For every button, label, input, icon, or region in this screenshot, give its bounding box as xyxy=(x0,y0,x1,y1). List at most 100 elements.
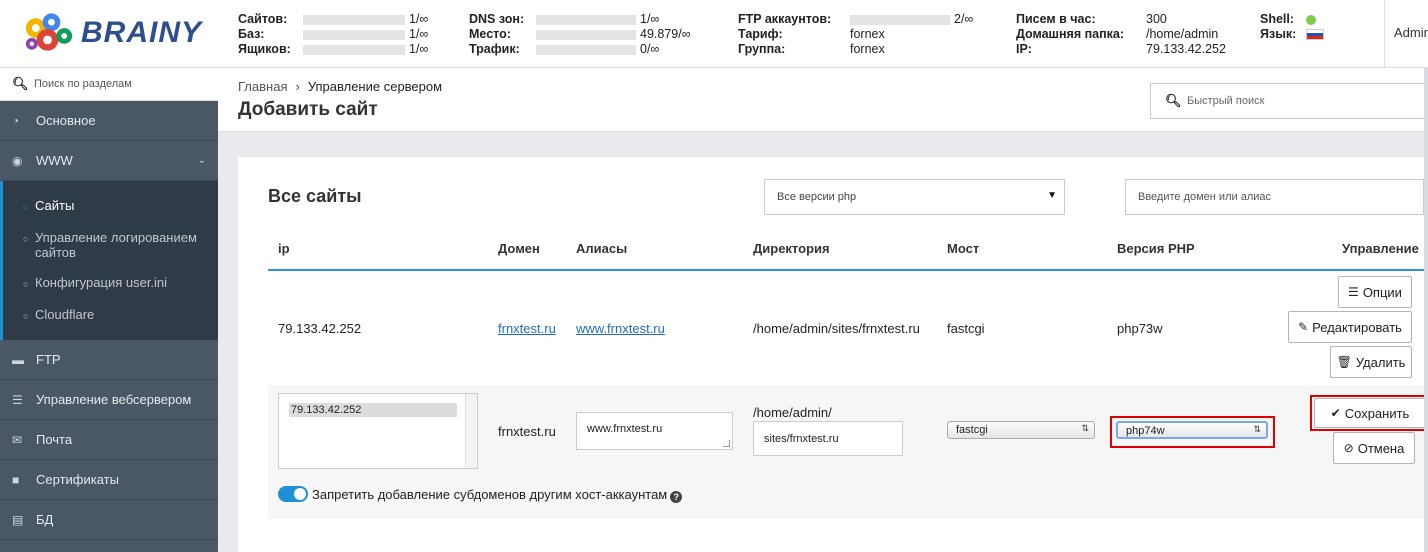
submenu-item-label: Конфигурация user.ini xyxy=(35,275,168,290)
stat-label: Место: xyxy=(469,27,511,41)
circle-icon: ○ xyxy=(23,279,29,289)
php-version-select[interactable]: php74w ⇅ xyxy=(1116,421,1268,439)
save-button[interactable]: ✔ Сохранить xyxy=(1314,398,1426,428)
toggle-label-text: Запретить добавление субдоменов другим х… xyxy=(312,487,668,502)
submenu-item-label: Управление логированием сайтов xyxy=(35,230,197,260)
search-icon: 🔍︎ xyxy=(12,76,29,91)
updown-arrows-icon: ⇅ xyxy=(1253,424,1261,434)
submenu-item-logging[interactable]: ○ Управление логированием сайтов xyxy=(3,223,218,268)
sidebar-item-label: Сертификаты xyxy=(36,472,119,487)
quick-search-placeholder: Быстрый поиск xyxy=(1187,95,1265,107)
stat-label: Домашняя папка: xyxy=(1016,27,1125,41)
sidebar-item-webserver[interactable]: ☰ Управление вебсервером xyxy=(0,380,218,420)
user-menu[interactable]: Admin xyxy=(1384,0,1428,68)
stat-value: fornex xyxy=(850,42,885,56)
sidebar-item-label: Основное xyxy=(36,113,96,128)
sidebar-item-label: Управление вебсервером xyxy=(36,392,192,407)
cancel-button[interactable]: ⊘ Отмена xyxy=(1333,432,1415,464)
sidebar-item-label: Почта xyxy=(36,432,73,447)
sidebar-item-main[interactable]: ◔ Основное xyxy=(0,101,218,141)
edit-row: 79.133.42.252 frnxtest.ru www.frnxtest.r… xyxy=(268,385,1428,519)
submenu-item-cloudflare[interactable]: ○ Cloudflare xyxy=(3,300,218,332)
stat-label: FTP аккаунтов: xyxy=(738,12,832,26)
directory-value: sites/frnxtest.ru xyxy=(764,433,839,445)
stat-label: Писем в час: xyxy=(1016,12,1096,26)
breadcrumb-home[interactable]: Главная xyxy=(238,79,287,94)
stat-value: fornex xyxy=(850,27,885,41)
row-php: php73w xyxy=(1117,321,1163,336)
circle-icon: ○ xyxy=(23,311,29,321)
breadcrumb-current: Управление сервером xyxy=(307,79,443,94)
question-icon[interactable]: ? xyxy=(670,491,683,503)
delete-label: Удалить xyxy=(1355,354,1406,370)
stat-value: 1/∞ xyxy=(409,42,429,56)
stat-label: IP: xyxy=(1016,42,1032,56)
scrollbar[interactable] xyxy=(465,394,477,468)
submenu-item-label: Сайты xyxy=(35,198,75,213)
stat-value: 1/∞ xyxy=(409,27,429,41)
resize-grip-icon[interactable] xyxy=(723,440,730,447)
stat-bar xyxy=(850,14,950,25)
directory-input[interactable]: sites/frnxtest.ru xyxy=(753,421,903,456)
ip-multiselect[interactable]: 79.133.42.252 xyxy=(278,393,478,469)
brainy-logo[interactable]: BRAINY xyxy=(22,9,202,57)
list-icon: ☰ xyxy=(1348,285,1359,299)
bridge-select-value: fastcgi xyxy=(956,424,988,436)
stat-label: Группа: xyxy=(738,42,786,56)
col-php-version: Версия PHP xyxy=(1117,241,1195,256)
subdomain-restrict-toggle[interactable] xyxy=(278,486,308,502)
php-version-filter[interactable]: Все версии php ▼ xyxy=(764,179,1065,215)
options-button[interactable]: ☰ Опции xyxy=(1338,276,1412,308)
caret-down-icon: ▼ xyxy=(1047,190,1057,201)
sidebar-item-certificates[interactable]: ■ Сертификаты xyxy=(0,460,218,500)
server-icon: ☰ xyxy=(12,392,23,407)
card-title: Все сайты xyxy=(268,186,362,206)
quick-search-input[interactable]: 🔍︎ Быстрый поиск xyxy=(1150,83,1426,119)
submenu-item-sites[interactable]: ○ Сайты xyxy=(3,191,218,223)
col-ip: ip xyxy=(278,241,290,256)
stat-label: DNS зон: xyxy=(469,12,525,26)
search-icon: 🔍︎ xyxy=(1165,93,1182,108)
folder-icon: ▬ xyxy=(12,352,24,367)
page-scrollbar[interactable] xyxy=(1424,68,1428,552)
updown-arrows-icon: ⇅ xyxy=(1081,423,1089,433)
pencil-icon: ✎ xyxy=(1298,320,1309,334)
sidebar-search[interactable]: 🔍︎ Поиск по разделам xyxy=(0,68,218,101)
row-alias-link[interactable]: www.frnxtest.ru xyxy=(576,321,665,336)
row-domain-link[interactable]: frnxtest.ru xyxy=(498,321,556,336)
stats-column-5: Shell: Язык: xyxy=(1260,12,1324,42)
check-icon: ✔ xyxy=(1330,406,1341,420)
stat-label: Shell: xyxy=(1260,12,1295,26)
stat-label: Тариф: xyxy=(738,27,783,41)
sidebar-item-ftp[interactable]: ▬ FTP xyxy=(0,340,218,380)
stats-column-4: Писем в час: 300 Домашняя папка: /home/adm… xyxy=(1016,12,1226,57)
chevron-down-icon: ⌄ xyxy=(197,155,206,166)
row-bridge: fastcgi xyxy=(947,321,985,336)
toggle-label: Запретить добавление субдоменов другим х… xyxy=(312,487,683,503)
col-actions: Управление xyxy=(1342,241,1419,256)
bridge-select[interactable]: fastcgi ⇅ xyxy=(947,421,1095,439)
sidebar-search-placeholder: Поиск по разделам xyxy=(34,78,132,90)
gears-logo-icon xyxy=(25,13,73,51)
russian-flag-icon[interactable] xyxy=(1306,29,1324,40)
alias-textarea[interactable]: www.frnxtest.ru xyxy=(576,412,733,450)
sidebar-item-mail[interactable]: ✉ Почта xyxy=(0,420,218,460)
sidebar-item-label: WWW xyxy=(36,153,73,168)
edit-button[interactable]: ✎ Редактировать xyxy=(1288,311,1412,343)
sidebar-item-db[interactable]: ▤ БД xyxy=(0,500,218,540)
ip-option[interactable]: 79.133.42.252 xyxy=(289,403,457,417)
stat-value: /home/admin xyxy=(1146,27,1219,41)
delete-button[interactable]: 🗑︎ Удалить xyxy=(1330,346,1412,378)
dashboard-icon: ◔ xyxy=(12,113,20,128)
submenu-item-user-ini[interactable]: ○ Конфигурация user.ini xyxy=(3,268,218,300)
col-directory: Директория xyxy=(753,241,830,256)
stat-bar xyxy=(303,44,405,55)
stat-value: 0/∞ xyxy=(640,42,660,56)
stat-value: 2/∞ xyxy=(954,12,974,26)
ban-icon: ⊘ xyxy=(1343,441,1354,455)
domain-filter-input[interactable]: Введите домен или алиас xyxy=(1125,179,1424,215)
stat-value: 300 xyxy=(1146,12,1167,26)
stats-column-3: FTP аккаунтов: 2/∞ Тариф: fornex Группа: fo… xyxy=(738,12,973,57)
stat-label: Баз: xyxy=(238,27,265,41)
sidebar-item-www[interactable]: ◉ WWW ⌄ xyxy=(0,141,218,181)
